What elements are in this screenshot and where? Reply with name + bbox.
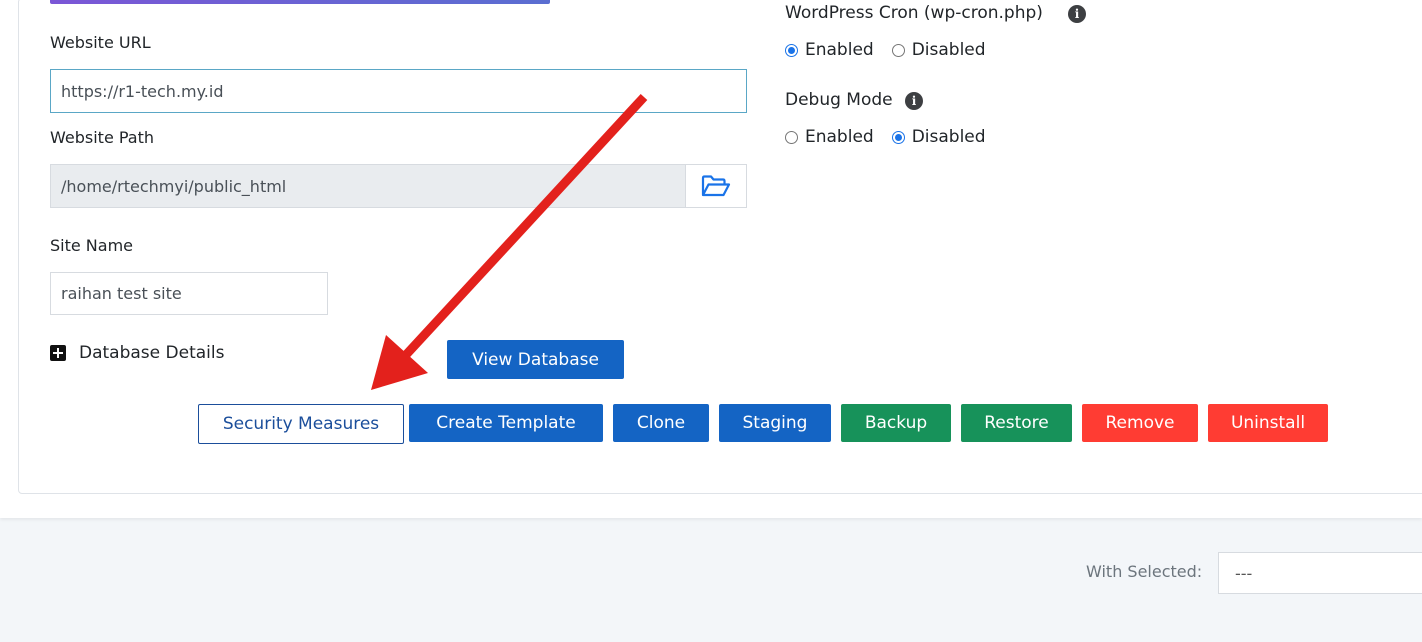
debug-enabled-radio[interactable] bbox=[785, 130, 798, 144]
wp-cron-disabled-label[interactable]: Disabled bbox=[912, 40, 986, 60]
security-measures-button[interactable]: Security Measures bbox=[198, 404, 404, 444]
plus-square-icon[interactable] bbox=[50, 345, 66, 361]
site-name-input[interactable]: raihan test site bbox=[50, 272, 328, 315]
backup-button[interactable]: Backup bbox=[841, 404, 951, 442]
with-selected-label: With Selected: bbox=[1086, 562, 1203, 581]
website-path-label: Website Path bbox=[50, 128, 155, 147]
header-accent-bar bbox=[50, 0, 550, 4]
folder-open-icon bbox=[701, 175, 731, 197]
bulk-action-select[interactable]: --- bbox=[1218, 552, 1422, 594]
debug-mode-radio-group: Enabled Disabled bbox=[785, 127, 1004, 147]
debug-mode-label: Debug Mode bbox=[785, 90, 893, 110]
wp-cron-radio-group: Enabled Disabled bbox=[785, 40, 1004, 60]
info-icon[interactable]: i bbox=[905, 92, 923, 110]
website-path-input: /home/rtechmyi/public_html bbox=[50, 164, 686, 208]
debug-disabled-label[interactable]: Disabled bbox=[912, 127, 986, 147]
wp-cron-enabled-label[interactable]: Enabled bbox=[805, 40, 874, 60]
remove-button[interactable]: Remove bbox=[1082, 404, 1198, 442]
wp-cron-label: WordPress Cron (wp-cron.php) bbox=[785, 3, 1043, 23]
wp-cron-enabled-radio[interactable] bbox=[785, 43, 798, 57]
wp-cron-disabled-radio[interactable] bbox=[891, 43, 905, 57]
create-template-button[interactable]: Create Template bbox=[409, 404, 603, 442]
uninstall-button[interactable]: Uninstall bbox=[1208, 404, 1328, 442]
website-url-label: Website URL bbox=[50, 33, 151, 52]
website-url-input[interactable]: https://r1-tech.my.id bbox=[50, 69, 747, 113]
info-icon[interactable]: i bbox=[1068, 5, 1086, 23]
site-name-label: Site Name bbox=[50, 236, 134, 255]
debug-disabled-radio[interactable] bbox=[891, 130, 905, 144]
restore-button[interactable]: Restore bbox=[961, 404, 1072, 442]
view-database-button[interactable]: View Database bbox=[447, 340, 624, 379]
debug-enabled-label[interactable]: Enabled bbox=[805, 127, 874, 147]
browse-folder-button[interactable] bbox=[685, 164, 747, 208]
clone-button[interactable]: Clone bbox=[613, 404, 709, 442]
database-details-toggle[interactable]: Database Details bbox=[79, 343, 224, 363]
staging-button[interactable]: Staging bbox=[719, 404, 831, 442]
